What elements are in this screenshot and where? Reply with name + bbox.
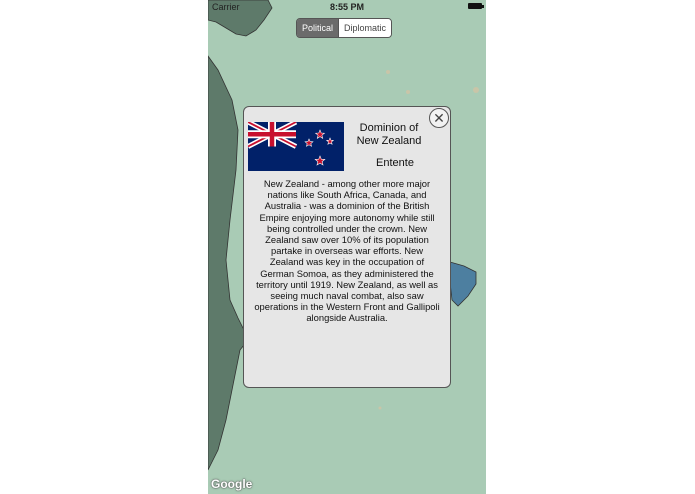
clock: 8:55 PM bbox=[329, 2, 364, 12]
island bbox=[378, 406, 382, 410]
close-icon: ✕ bbox=[433, 110, 445, 126]
island bbox=[473, 87, 479, 93]
island bbox=[406, 90, 410, 94]
nation-alliance: Entente bbox=[376, 157, 414, 169]
google-logo[interactable]: Google bbox=[211, 477, 252, 491]
landmass-west bbox=[208, 55, 249, 471]
new-zealand-flag-icon bbox=[248, 122, 344, 171]
close-button[interactable]: ✕ bbox=[429, 108, 449, 128]
nation-description: New Zealand - among other more major nat… bbox=[254, 178, 440, 324]
segment-diplomatic[interactable]: Diplomatic bbox=[338, 19, 392, 37]
map-mode-segmented-control[interactable]: Political Diplomatic bbox=[296, 18, 393, 38]
island bbox=[386, 70, 390, 74]
nation-name: Dominion of New Zealand bbox=[356, 122, 422, 147]
segment-political[interactable]: Political bbox=[297, 19, 339, 37]
nation-info-card: ✕ Dominion of New Zealand Entente New Ze… bbox=[243, 106, 451, 388]
map-screen: Carrier 8:55 PM Political Diplomatic ✕ D… bbox=[208, 0, 486, 494]
territory-east bbox=[449, 261, 477, 307]
status-bar: Carrier 8:55 PM bbox=[208, 0, 486, 14]
battery-icon bbox=[468, 3, 484, 9]
